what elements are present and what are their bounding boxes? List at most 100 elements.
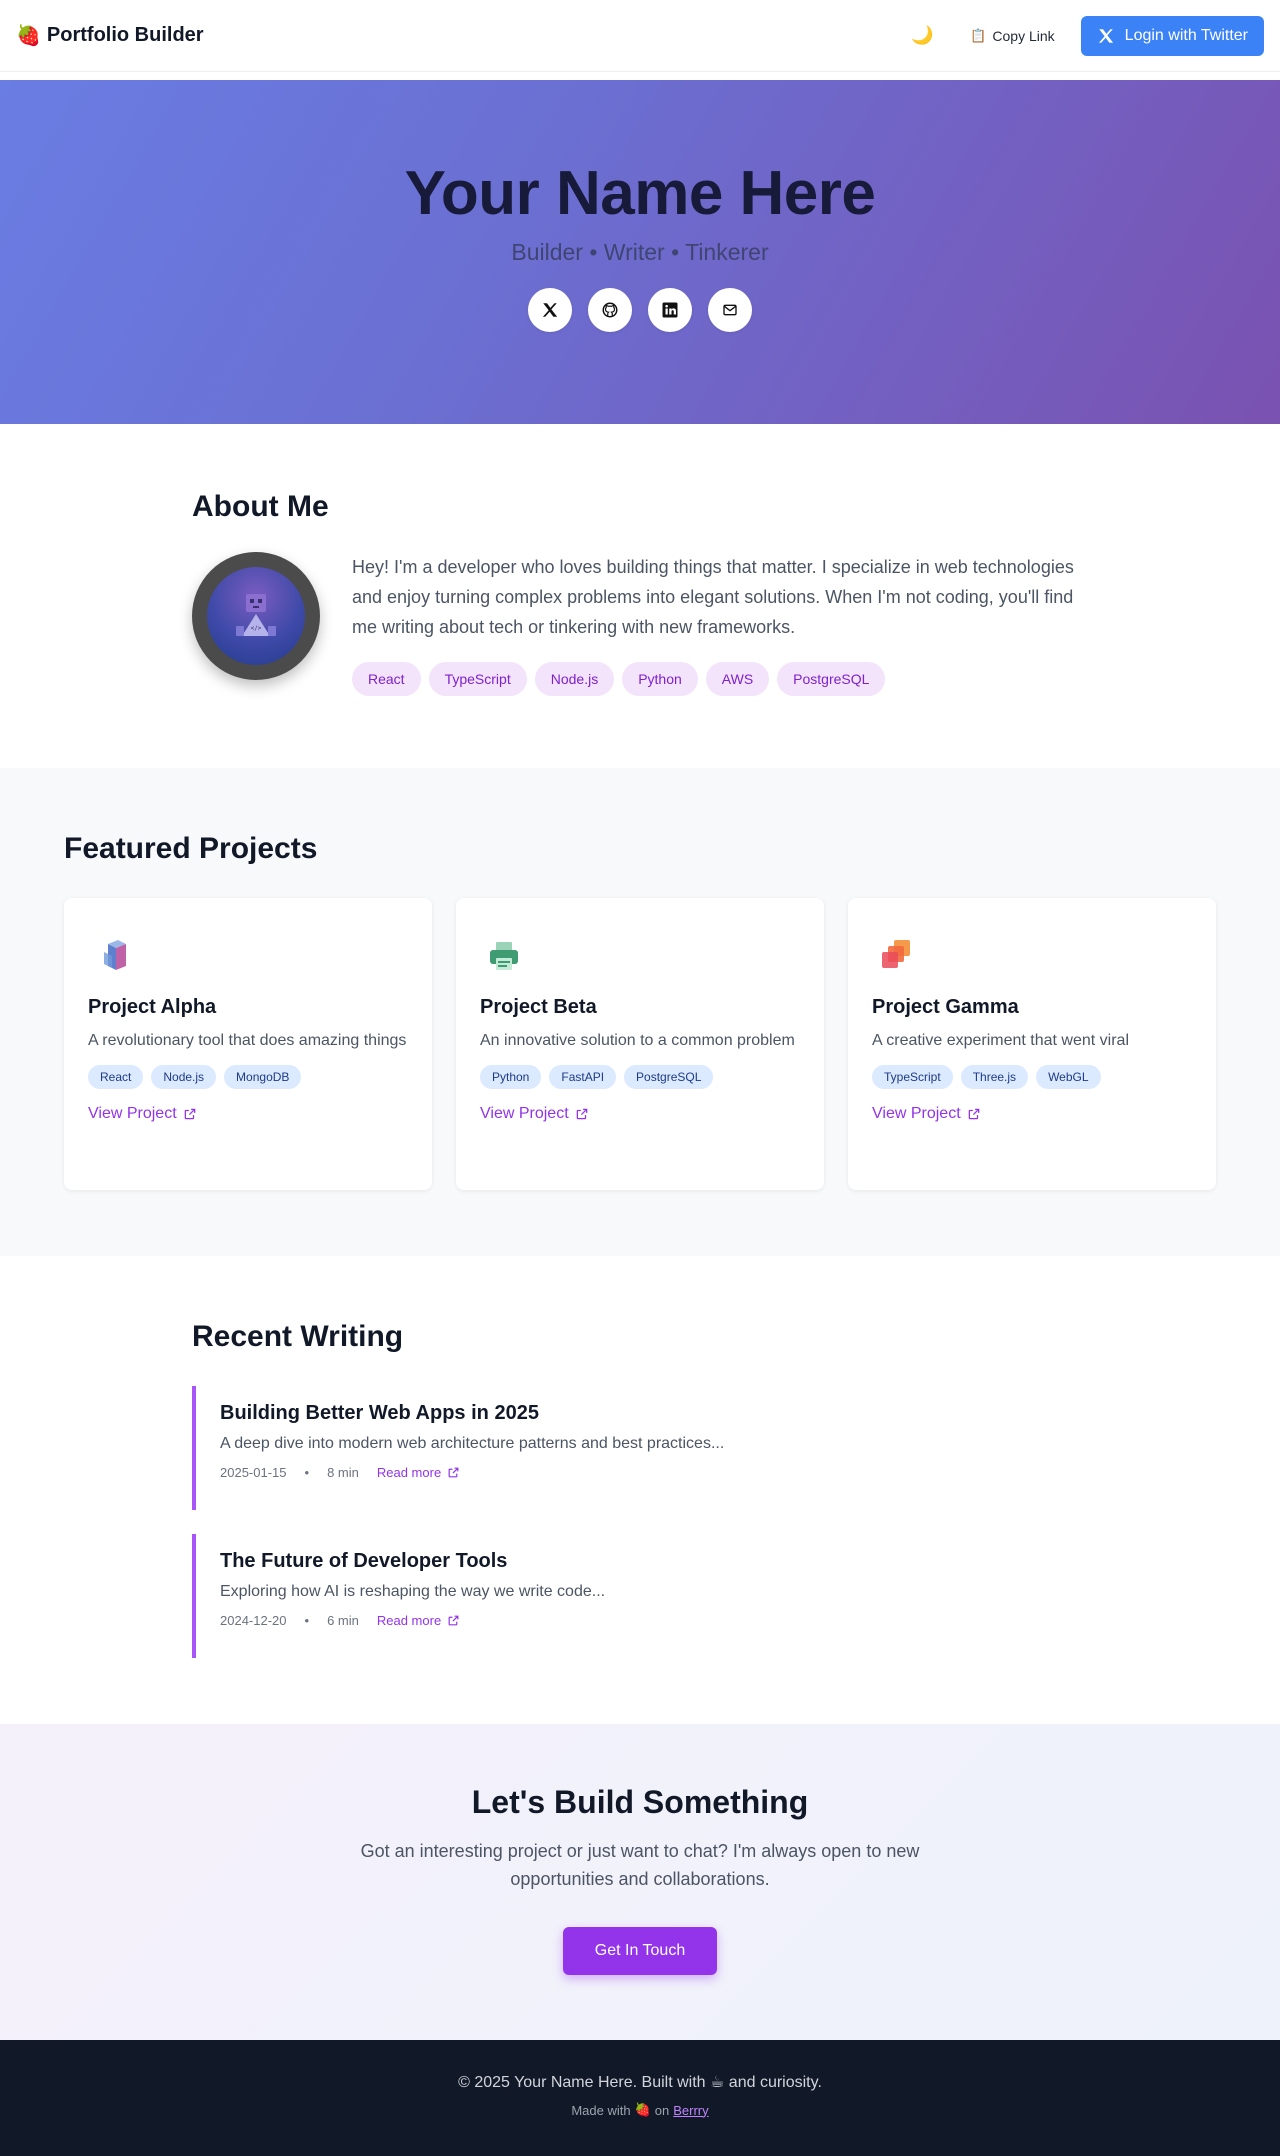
skill-pill: React — [352, 662, 421, 696]
moon-icon: 🌙 — [911, 25, 934, 45]
tech-tag: Node.js — [151, 1065, 217, 1089]
x-logo-icon — [1097, 27, 1115, 45]
post-excerpt: A deep dive into modern web architecture… — [220, 1435, 725, 1452]
projects-title: Featured Projects — [64, 832, 318, 865]
view-project-label: View Project — [872, 1105, 961, 1122]
tech-tag: PostgreSQL — [624, 1065, 714, 1089]
tech-tag: TypeScript — [872, 1065, 953, 1089]
writing-title: Recent Writing — [192, 1320, 404, 1353]
writing-section: Recent Writing Building Better Web Apps … — [0, 1256, 1280, 1724]
cta-text: Got an interesting project or just want … — [360, 1841, 920, 1889]
post-excerpt: Exploring how AI is reshaping the way we… — [220, 1583, 606, 1600]
post-date: 2025-01-15 — [220, 1465, 287, 1480]
read-more-label: Read more — [376, 1613, 442, 1628]
meta-separator: • — [304, 1465, 310, 1480]
skill-pill: TypeScript — [428, 662, 527, 696]
external-link-icon — [183, 1107, 197, 1121]
clipboard-icon: 📋 — [970, 27, 987, 43]
tech-tag: MongoDB — [224, 1065, 302, 1089]
nav-actions: 🌙 📋 Copy Link Login with Twitter — [900, 15, 1264, 56]
project-tags: TypeScript Three.js WebGL — [872, 1065, 1192, 1089]
get-in-touch-button[interactable]: Get In Touch — [562, 1927, 718, 1975]
cube-icon — [88, 932, 136, 980]
contact-cta-section: Let's Build Something Got an interesting… — [0, 1724, 1280, 2040]
skills-list: React TypeScript Node.js Python AWS Post… — [352, 662, 1088, 696]
social-links — [528, 288, 752, 332]
post-item: Building Better Web Apps in 2025 A deep … — [192, 1386, 1088, 1510]
view-project-link[interactable]: View Project — [88, 1105, 408, 1123]
skill-pill: AWS — [705, 662, 770, 696]
post-title[interactable]: The Future of Developer Tools — [220, 1550, 1088, 1573]
x-icon — [541, 301, 559, 319]
post-read-time: 8 min — [327, 1465, 359, 1480]
project-tags: React Node.js MongoDB — [88, 1065, 408, 1089]
social-github-link[interactable] — [588, 288, 632, 332]
project-cards: Project Alpha A revolutionary tool that … — [64, 898, 1216, 1190]
cta-title: Let's Build Something — [471, 1784, 809, 1820]
project-description: An innovative solution to a common probl… — [480, 1032, 795, 1049]
external-link-icon — [447, 1466, 460, 1479]
login-twitter-button[interactable]: Login with Twitter — [1080, 15, 1264, 56]
tech-tag: Python — [480, 1065, 542, 1089]
project-tags: Python FastAPI PostgreSQL — [480, 1065, 800, 1089]
copy-link-button[interactable]: 📋 Copy Link — [958, 16, 1066, 56]
view-project-label: View Project — [480, 1105, 569, 1122]
linkedin-icon — [661, 301, 679, 319]
social-linkedin-link[interactable] — [648, 288, 692, 332]
project-description: A revolutionary tool that does amazing t… — [88, 1032, 407, 1049]
skill-pill: PostgreSQL — [777, 662, 886, 696]
made-with-line: Made with 🍓 on Berrry — [571, 2102, 708, 2118]
brand[interactable]: 🍓 Portfolio Builder — [16, 23, 204, 48]
post-date: 2024-12-20 — [220, 1613, 287, 1628]
projects-section: Featured Projects Project Alpha A revolu… — [0, 768, 1280, 1256]
printer-icon — [480, 932, 528, 980]
project-name: Project Gamma — [872, 996, 1019, 1018]
social-email-link[interactable] — [708, 288, 752, 332]
footer-copyright: © 2025 Your Name Here. Built with ☕ and … — [458, 2074, 822, 2091]
about-bio: Hey! I'm a developer who loves building … — [352, 557, 1074, 637]
berrry-link[interactable]: Berrry — [673, 2103, 708, 2118]
about-text: Hey! I'm a developer who loves building … — [352, 552, 1088, 696]
project-name: Project Beta — [480, 996, 597, 1018]
external-link-icon — [967, 1107, 981, 1121]
about-section: About Me </> Hey! I'm a developer who lo… — [0, 424, 1280, 768]
project-card: Project Beta An innovative solution to a… — [456, 898, 824, 1190]
post-title[interactable]: Building Better Web Apps in 2025 — [220, 1402, 1088, 1425]
tech-tag: WebGL — [1036, 1065, 1101, 1089]
view-project-label: View Project — [88, 1105, 177, 1122]
hero-tagline: Builder • Writer • Tinkerer — [511, 239, 769, 265]
svg-text:</>: </> — [251, 625, 262, 632]
copy-link-label: Copy Link — [992, 27, 1055, 44]
project-card: Project Alpha A revolutionary tool that … — [64, 898, 432, 1190]
external-link-icon — [575, 1107, 589, 1121]
strawberry-icon: 🍓 — [634, 2102, 651, 2117]
strawberry-icon: 🍓 — [16, 25, 41, 47]
theme-toggle-button[interactable]: 🌙 — [900, 16, 944, 56]
external-link-icon — [447, 1614, 460, 1627]
post-meta: 2025-01-15 • 8 min Read more — [220, 1465, 1088, 1480]
read-more-link[interactable]: Read more — [377, 1613, 460, 1628]
hero-name: Your Name Here — [404, 159, 876, 228]
footer: © 2025 Your Name Here. Built with ☕ and … — [0, 2040, 1280, 2156]
post-item: The Future of Developer Tools Exploring … — [192, 1534, 1088, 1658]
avatar-image: </> — [207, 567, 305, 665]
tech-tag: React — [88, 1065, 144, 1089]
view-project-link[interactable]: View Project — [872, 1105, 1192, 1123]
tech-tag: Three.js — [960, 1065, 1029, 1089]
post-read-time: 6 min — [327, 1613, 359, 1628]
made-on-label: on — [654, 2102, 670, 2118]
read-more-label: Read more — [376, 1465, 442, 1480]
tech-tag: FastAPI — [549, 1065, 617, 1089]
read-more-link[interactable]: Read more — [377, 1465, 460, 1480]
skill-pill: Python — [622, 662, 698, 696]
hero-section: Your Name Here Builder • Writer • Tinker… — [0, 80, 1280, 424]
login-twitter-label: Login with Twitter — [1124, 26, 1248, 44]
social-x-link[interactable] — [528, 288, 572, 332]
layers-icon — [872, 932, 920, 980]
made-with-label: Made with — [571, 2102, 631, 2118]
project-description: A creative experiment that went viral — [872, 1032, 1130, 1049]
view-project-link[interactable]: View Project — [480, 1105, 800, 1123]
project-name: Project Alpha — [88, 996, 217, 1018]
meta-separator: • — [304, 1613, 310, 1628]
project-card: Project Gamma A creative experiment that… — [848, 898, 1216, 1190]
